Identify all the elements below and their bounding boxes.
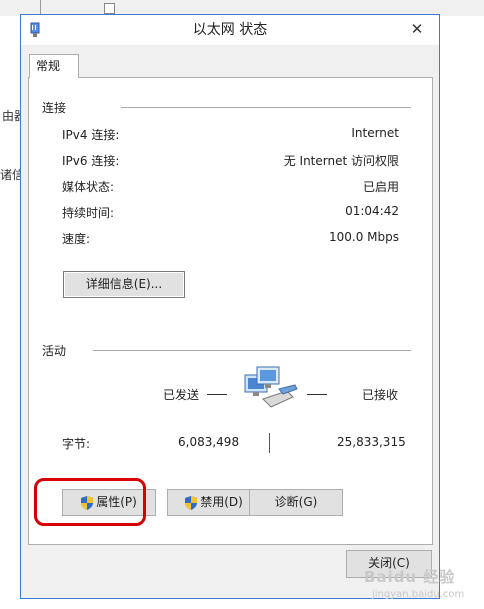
connection-divider: [121, 107, 411, 108]
tab-general[interactable]: 常规: [29, 54, 79, 78]
activity-divider: [93, 350, 411, 351]
details-button[interactable]: 详细信息(E)...: [63, 271, 185, 298]
watermark: Baidu 经验: [364, 568, 456, 586]
ipv4-value: Internet: [351, 126, 399, 140]
uac-shield-icon: [185, 495, 198, 510]
properties-highlight-circle: [34, 478, 146, 526]
duration-label: 持续时间:: [62, 206, 115, 220]
title-bar: 以太网 状态 ✕: [21, 15, 439, 45]
ipv6-label: IPv6 连接:: [62, 154, 120, 168]
general-tab-panel: 连接 IPv4 连接: Internet IPv6 连接: 无 Internet…: [28, 77, 433, 545]
sent-bytes: 6,083,498: [178, 435, 240, 449]
watermark-sub: jingyan.baidu.com: [372, 589, 465, 600]
bytes-divider: [269, 433, 270, 453]
received-bytes: 25,833,315: [337, 435, 406, 449]
disable-button-label: 禁用(D): [200, 495, 243, 509]
sent-label: 已发送: [163, 388, 200, 402]
connection-heading: 连接: [42, 101, 67, 115]
received-dash: [307, 394, 327, 395]
sent-dash: [207, 394, 227, 395]
diagnose-button[interactable]: 诊断(G): [249, 489, 343, 516]
media-state-label: 媒体状态:: [62, 180, 115, 194]
speed-value: 100.0 Mbps: [328, 230, 399, 244]
ipv4-label: IPv4 连接:: [62, 128, 120, 142]
ipv6-value: 无 Internet 访问权限: [283, 154, 399, 168]
background-checkbox: [104, 3, 115, 14]
close-icon[interactable]: ✕: [403, 17, 431, 41]
disable-button[interactable]: 禁用(D): [167, 489, 261, 516]
media-state-value: 已启用: [362, 180, 399, 194]
speed-label: 速度:: [62, 232, 91, 246]
network-computers-icon: [244, 366, 298, 408]
duration-value: 01:04:42: [345, 204, 399, 218]
bytes-label: 字节:: [62, 437, 91, 451]
received-label: 已接收: [362, 388, 399, 402]
activity-heading: 活动: [42, 344, 67, 358]
dialog-title: 以太网 状态: [192, 22, 268, 38]
